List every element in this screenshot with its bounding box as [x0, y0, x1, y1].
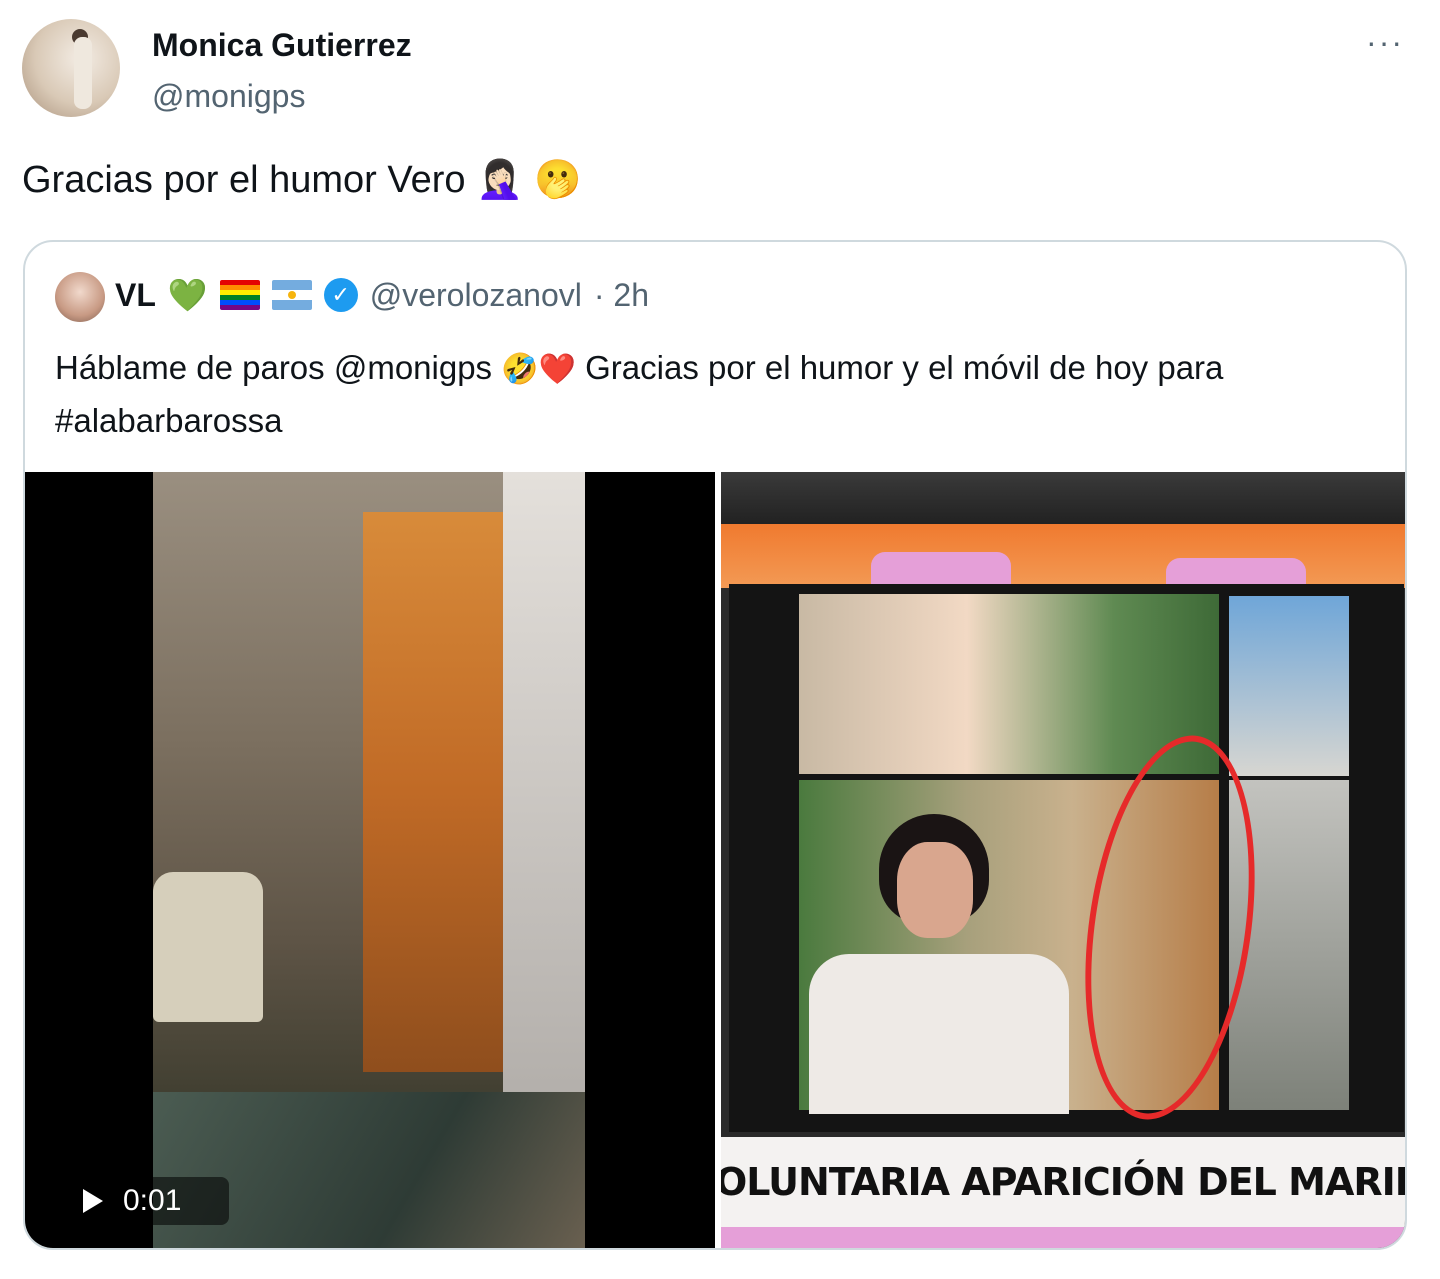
quote-author-name[interactable]: VL [115, 277, 156, 314]
video-door [363, 512, 503, 1072]
photo-screen [729, 584, 1404, 1132]
play-icon[interactable] [83, 1189, 103, 1213]
video-timer: 0:01 [123, 1184, 182, 1217]
photo-panel-street [1229, 596, 1349, 776]
tweet-text: Gracias por el humor Vero 🤦🏻‍♀️ 🫢 [22, 159, 582, 201]
quote-avatar[interactable] [55, 272, 105, 322]
photo-panel-top [799, 594, 1219, 774]
tv-banner-text: OLUNTARIA APARICIÓN DEL MARIDO DE [721, 1160, 1405, 1204]
photo-pink-strip [721, 1227, 1405, 1248]
verified-badge-icon: ✓ [323, 278, 358, 312]
quote-text: Háblame de paros @monigps 🤣❤️ Gracias po… [55, 342, 1385, 446]
video-rug [153, 1092, 585, 1248]
photo-woman-shirt [809, 954, 1069, 1114]
video-controls[interactable]: 0:01 [69, 1177, 229, 1225]
more-options-icon[interactable]: ··· [1366, 24, 1404, 61]
quote-text-part1: Háblame de paros @monigps [55, 349, 502, 386]
avatar[interactable] [22, 19, 120, 117]
quote-header: VL 💚 ✓ @verolozanovl · 2h [115, 276, 649, 314]
photo-tv-bezel [721, 472, 1405, 532]
argentina-flag-icon [271, 280, 312, 310]
quote-emojis: 🤣❤️ [501, 353, 576, 386]
author-name[interactable]: Monica Gutierrez [152, 27, 412, 64]
video-armchair [153, 872, 263, 1022]
tv-banner: OLUNTARIA APARICIÓN DEL MARIDO DE [721, 1137, 1405, 1227]
video-frame [153, 472, 585, 1248]
video-media[interactable]: 0:01 [25, 472, 715, 1248]
rainbow-flag-icon [219, 280, 260, 310]
photo-woman-face [897, 842, 973, 938]
quote-time[interactable]: · 2h [594, 277, 649, 314]
photo-media[interactable]: OLUNTARIA APARICIÓN DEL MARIDO DE [721, 472, 1405, 1248]
author-handle[interactable]: @monigps [152, 78, 305, 115]
green-heart-icon: 💚 [167, 277, 208, 313]
avatar-figure [74, 37, 92, 109]
quoted-tweet[interactable]: VL 💚 ✓ @verolozanovl · 2h Háblame de par… [23, 240, 1407, 1250]
quote-author-handle[interactable]: @verolozanovl [370, 277, 582, 314]
